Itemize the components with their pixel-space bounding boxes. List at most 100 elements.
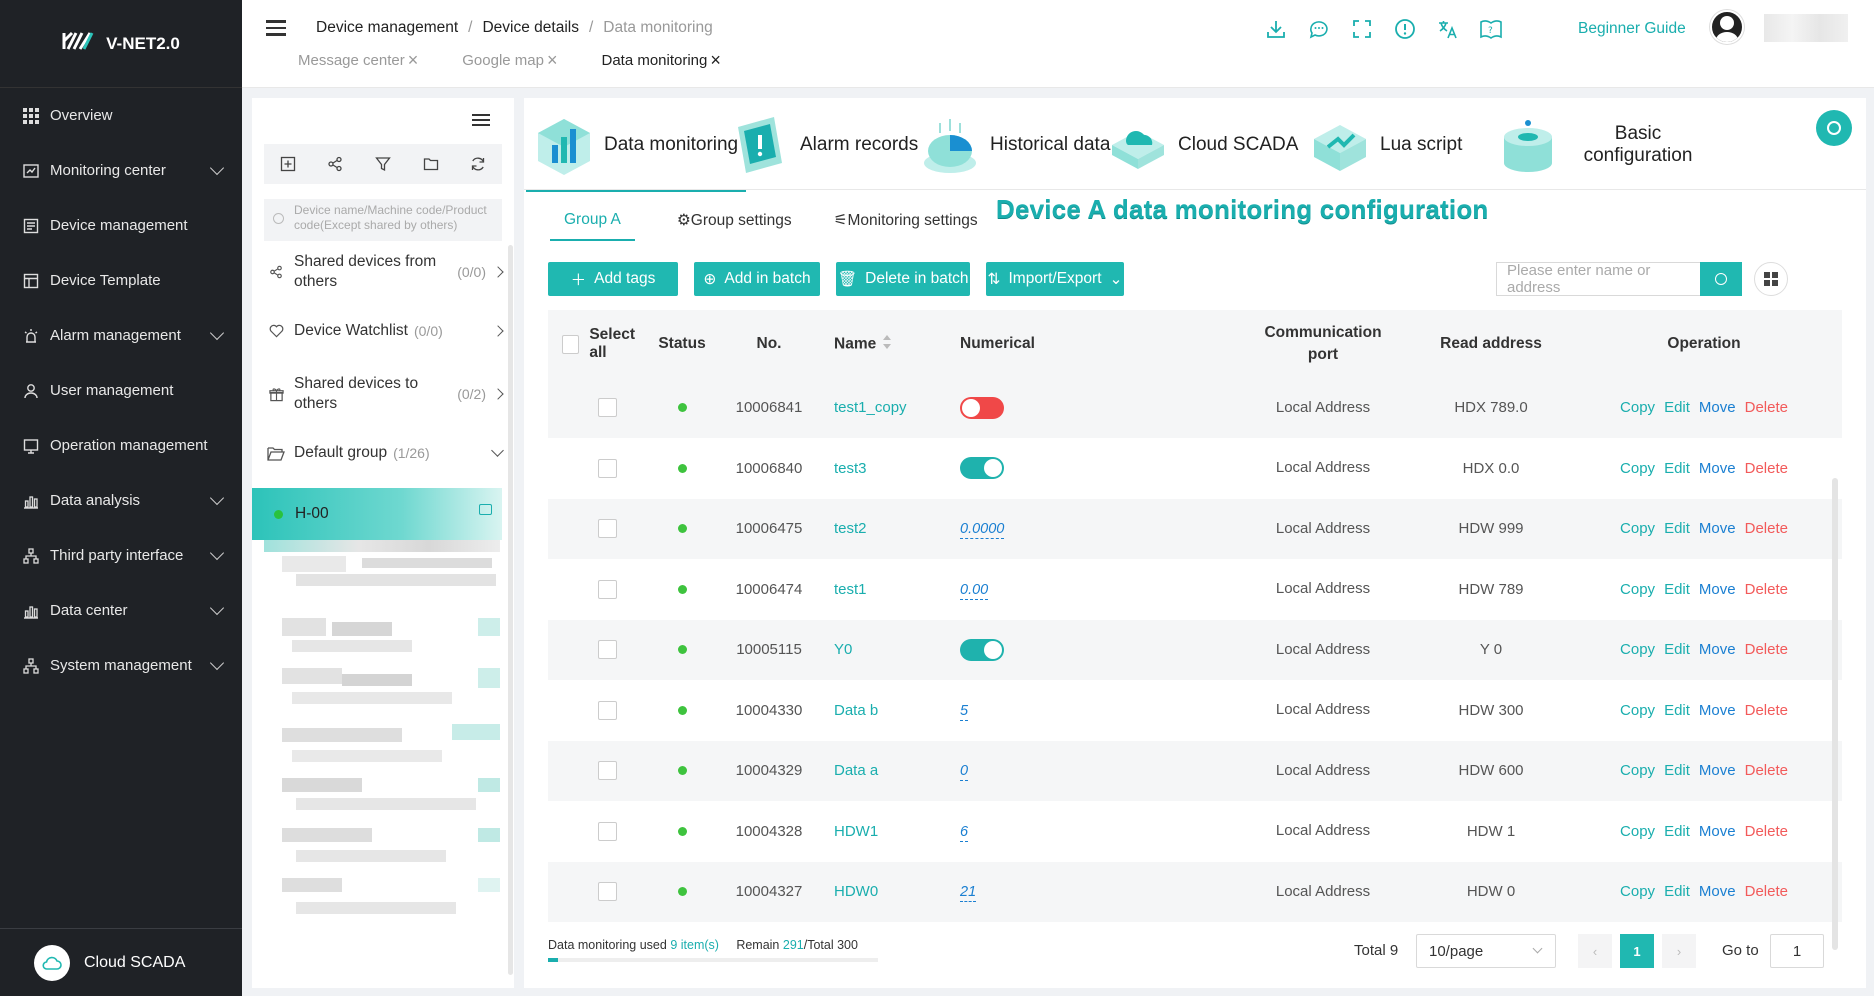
value-toggle-switch[interactable] [960,638,1004,661]
filter-icon[interactable] [374,155,392,173]
move-link[interactable]: Move [1699,762,1736,779]
sidebar-item-alarm-management[interactable]: Alarm management [0,308,242,363]
device-item-selected[interactable]: H-00 [252,488,502,540]
copy-link[interactable]: Copy [1620,702,1655,719]
tag-name-link[interactable]: Data a [824,762,950,779]
module-cloud-scada[interactable]: Cloud SCADA [1108,104,1298,186]
edit-link[interactable]: Edit [1664,520,1690,537]
move-link[interactable]: Move [1699,520,1736,537]
tag-name-link[interactable]: HDW0 [824,883,950,900]
cloud-scada-link[interactable]: Cloud SCADA [0,928,242,996]
subtab-group-settings[interactable]: ⚙Group settings [677,211,792,241]
delete-link[interactable]: Delete [1745,399,1788,416]
sidebar-item-system-management[interactable]: System management [0,638,242,693]
move-link[interactable]: Move [1699,641,1736,658]
select-all[interactable]: Select all [548,326,650,362]
edit-link[interactable]: Edit [1664,581,1690,598]
search-button[interactable] [1700,262,1742,296]
row-checkbox[interactable] [598,458,617,478]
row-checkbox[interactable] [598,821,617,841]
tag-name-link[interactable]: test2 [824,520,950,537]
delete-link[interactable]: Delete [1745,762,1788,779]
edit-link[interactable]: Edit [1664,641,1690,658]
module-basic-configuration[interactable]: Basic configuration [1498,104,1708,186]
row-checkbox[interactable] [598,700,617,720]
numerical-value-link[interactable]: 0.0000 [960,521,1005,540]
device-search-input[interactable]: Device name/Machine code/Product code(Ex… [264,199,502,241]
numerical-value-link[interactable]: 21 [960,884,977,903]
move-link[interactable]: Move [1699,883,1736,900]
import-export-button[interactable]: ⇅ Import/Export ⌄ [986,262,1124,296]
col-name[interactable]: Name [824,334,950,355]
delete-link[interactable]: Delete [1745,581,1788,598]
move-link[interactable]: Move [1699,702,1736,719]
module-alarm-records[interactable]: Alarm records [730,104,918,186]
move-link[interactable]: Move [1699,460,1736,477]
module-historical-data[interactable]: Historical data [920,104,1110,186]
row-checkbox[interactable] [598,761,617,781]
tab-google-map[interactable]: Google map × [462,51,557,69]
tag-name-link[interactable]: HDW1 [824,823,950,840]
page-button-current[interactable]: 1 [1620,934,1654,968]
close-icon[interactable]: × [547,51,558,69]
delete-batch-button[interactable]: 🗑 Delete in batch [836,262,970,296]
close-icon[interactable]: × [408,51,419,69]
copy-link[interactable]: Copy [1620,520,1655,537]
shared-to-others[interactable]: Shared devices to others (0/2) [264,368,504,420]
sidebar-item-third-party-interface[interactable]: Third party interface [0,528,242,583]
copy-link[interactable]: Copy [1620,641,1655,658]
delete-link[interactable]: Delete [1745,641,1788,658]
help-book-icon[interactable]: ? [1478,16,1504,42]
delete-link[interactable]: Delete [1745,460,1788,477]
tab-data-monitoring[interactable]: Data monitoring × [601,51,720,69]
tag-name-link[interactable]: test3 [824,460,950,477]
collapse-panel-icon[interactable] [472,114,490,128]
default-group[interactable]: Default group (1/26) [264,438,504,468]
grid-view-button[interactable] [1754,262,1788,296]
select-all-checkbox[interactable] [562,334,580,354]
shared-from-others[interactable]: Shared devices from others (0/0) [264,246,504,298]
breadcrumb-item[interactable]: Device details [482,19,579,37]
copy-link[interactable]: Copy [1620,460,1655,477]
copy-link[interactable]: Copy [1620,823,1655,840]
download-icon[interactable] [1263,16,1289,42]
edit-link[interactable]: Edit [1664,883,1690,900]
copy-link[interactable]: Copy [1620,883,1655,900]
avatar[interactable] [1710,10,1744,44]
module-data-monitoring[interactable]: Data monitoring [525,104,747,192]
sidebar-item-data-analysis[interactable]: Data analysis [0,473,242,528]
row-checkbox[interactable] [598,519,617,539]
sidebar-item-device-management[interactable]: Device management [0,198,242,253]
sort-icon[interactable] [882,334,892,355]
device-watchlist[interactable]: Device Watchlist (0/0) [264,316,504,346]
value-toggle-switch[interactable] [960,396,1004,419]
tag-search-input[interactable]: Please enter name or address [1496,262,1700,296]
tab-message-center[interactable]: Message center × [298,51,418,69]
edit-link[interactable]: Edit [1664,702,1690,719]
delete-link[interactable]: Delete [1745,520,1788,537]
numerical-value-link[interactable]: 6 [960,823,969,842]
row-checkbox[interactable] [598,882,617,902]
module-lua-script[interactable]: Lua script [1310,104,1462,186]
numerical-value-link[interactable]: 0 [960,763,969,782]
folder-icon[interactable] [422,155,440,173]
settings-gear-button[interactable] [1816,110,1852,146]
refresh-icon[interactable] [469,155,487,173]
logo[interactable]: V-NET2.0 [0,0,242,88]
tag-name-link[interactable]: Data b [824,702,950,719]
edit-link[interactable]: Edit [1664,399,1690,416]
move-link[interactable]: Move [1699,399,1736,416]
edit-link[interactable]: Edit [1664,460,1690,477]
add-batch-button[interactable]: ⊕ Add in batch [694,262,820,296]
chat-icon[interactable] [1306,16,1332,42]
add-device-icon[interactable] [279,155,297,173]
sidebar-item-monitoring-center[interactable]: Monitoring center [0,143,242,198]
row-checkbox[interactable] [598,640,617,660]
copy-link[interactable]: Copy [1620,399,1655,416]
goto-page-input[interactable]: 1 [1770,934,1824,968]
calendar-icon[interactable] [479,504,492,515]
sidebar-item-operation-management[interactable]: Operation management [0,418,242,473]
close-icon[interactable]: × [710,51,721,69]
copy-link[interactable]: Copy [1620,762,1655,779]
sidebar-item-data-center[interactable]: Data center [0,583,242,638]
